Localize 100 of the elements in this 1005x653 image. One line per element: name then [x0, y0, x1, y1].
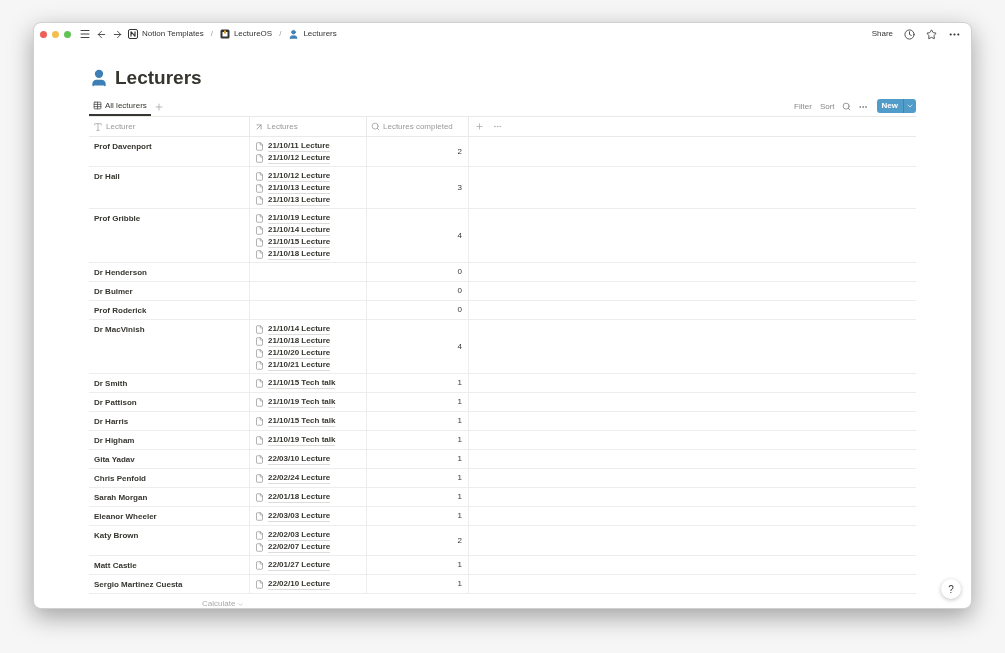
- relation-link[interactable]: 21/10/15 Tech talk: [268, 415, 336, 427]
- add-column-icon[interactable]: [475, 122, 484, 131]
- relation-link[interactable]: 21/10/14 Lecture: [268, 224, 331, 236]
- breadcrumb-link[interactable]: Notion Templates: [142, 28, 204, 40]
- table-cell: 1: [457, 453, 462, 465]
- breadcrumb-separator: /: [279, 28, 282, 40]
- table-icon: [93, 101, 102, 110]
- page-icon: [255, 348, 264, 358]
- table-cell: 2: [457, 145, 462, 158]
- relation-link[interactable]: 22/02/03 Lecture: [268, 529, 331, 541]
- table-cell: 0: [457, 285, 462, 297]
- relation-link[interactable]: 21/10/11 Lecture: [268, 140, 330, 152]
- relation-link[interactable]: 21/10/12 Lecture: [268, 152, 331, 164]
- relation-link[interactable]: 21/10/15 Lecture: [268, 236, 331, 248]
- star-icon[interactable]: [926, 28, 937, 40]
- person-icon: [288, 28, 300, 40]
- page-icon: [255, 397, 264, 407]
- relation-link[interactable]: 21/10/18 Lecture: [268, 335, 331, 347]
- clock-icon[interactable]: [904, 28, 915, 40]
- page-icon: [255, 416, 264, 426]
- page-icon: [255, 195, 264, 205]
- minimize-window-icon[interactable]: [52, 30, 59, 38]
- table-cell: Dr Harris: [94, 417, 129, 426]
- menu-icon[interactable]: [79, 28, 91, 40]
- relation-link[interactable]: 21/10/12 Lecture: [268, 170, 331, 182]
- relation-link[interactable]: 22/01/27 Lecture: [268, 559, 331, 571]
- chevron-icon: [237, 600, 245, 608]
- page-icon: [255, 560, 264, 570]
- table-cell: 0: [457, 266, 462, 278]
- relation-link[interactable]: 22/03/03 Lecture: [268, 510, 331, 522]
- page-icon: [255, 213, 264, 223]
- sort-button[interactable]: Sort: [819, 100, 835, 113]
- share-button[interactable]: Share: [871, 28, 893, 40]
- page-icon: [255, 324, 264, 334]
- page-icon: [255, 225, 264, 235]
- table-cell: Sergio Martinez Cuesta: [94, 580, 183, 589]
- table-cell: 1: [457, 510, 462, 522]
- table-cell: 2: [457, 534, 462, 547]
- page-icon: [255, 336, 264, 346]
- table-cell: 4: [457, 340, 462, 353]
- close-window-icon[interactable]: [40, 30, 47, 38]
- page-icon: [255, 454, 264, 464]
- table-cell: 1: [457, 472, 462, 484]
- relation-link[interactable]: 21/10/20 Lecture: [268, 347, 331, 359]
- table-cell: Eleanor Wheeler: [94, 512, 157, 521]
- page-icon: [255, 542, 264, 552]
- notebook-icon: [219, 29, 230, 39]
- table-cell: Katy Brown: [94, 531, 139, 540]
- page-icon: [255, 530, 264, 540]
- logo-icon: [128, 29, 138, 39]
- relation-link[interactable]: 22/03/10 Lecture: [268, 453, 331, 465]
- forward-icon[interactable]: [112, 28, 123, 40]
- table-cell: 1: [457, 434, 462, 446]
- table-cell: Dr Higham: [94, 436, 135, 445]
- back-icon[interactable]: [96, 28, 107, 40]
- table-cell: Dr Bulmer: [94, 287, 133, 296]
- relation-link[interactable]: 21/10/18 Lecture: [268, 248, 331, 260]
- table-cell: Dr Hall: [94, 172, 120, 181]
- table-cell: 1: [457, 415, 462, 427]
- table-cell: 0: [457, 304, 462, 316]
- relation-link[interactable]: 22/02/24 Lecture: [268, 472, 331, 484]
- page-icon: [255, 183, 264, 193]
- table-cell: Prof Gribble: [94, 214, 141, 223]
- page-icon: [255, 141, 264, 151]
- table-cell: Gita Yadav: [94, 455, 135, 464]
- table-cell: 4: [457, 229, 462, 242]
- filter-button[interactable]: Filter: [794, 100, 812, 113]
- relation-link[interactable]: 21/10/14 Lecture: [268, 323, 331, 335]
- table-cell: Prof Davenport: [94, 142, 152, 151]
- help-button[interactable]: ?: [941, 579, 961, 599]
- table-cell: Sarah Morgan: [94, 493, 148, 502]
- new-dropdown-button[interactable]: [903, 98, 916, 113]
- search-icon: [371, 122, 380, 131]
- page-icon: [255, 473, 264, 483]
- arrow-icon: [254, 121, 264, 132]
- relation-link[interactable]: 21/10/13 Lecture: [268, 194, 331, 206]
- add-view-icon[interactable]: [153, 101, 164, 112]
- relation-link[interactable]: 22/02/07 Lecture: [268, 541, 331, 553]
- person-icon: [89, 68, 109, 88]
- table-cell: Dr MacVinish: [94, 325, 145, 334]
- view-tab[interactable]: All lecturers: [89, 97, 151, 116]
- search-icon[interactable]: [841, 102, 851, 111]
- relation-link[interactable]: 21/10/19 Lecture: [268, 212, 331, 224]
- table-cell: 1: [457, 396, 462, 408]
- relation-link[interactable]: 21/10/13 Lecture: [268, 182, 331, 194]
- relation-link[interactable]: 22/01/18 Lecture: [268, 491, 331, 503]
- breadcrumb-link[interactable]: LectureOS: [233, 28, 273, 40]
- zoom-window-icon[interactable]: [64, 30, 71, 38]
- relation-link[interactable]: 22/02/10 Lecture: [268, 578, 331, 590]
- page-title: Lecturers: [115, 65, 202, 90]
- breadcrumb-link[interactable]: Lecturers: [303, 28, 337, 40]
- relation-link[interactable]: 21/10/21 Lecture: [268, 359, 331, 371]
- page-icon: [255, 237, 264, 247]
- relation-link[interactable]: 21/10/19 Tech talk: [268, 434, 336, 446]
- table-cell: 3: [457, 181, 462, 194]
- breadcrumb-separator: /: [210, 28, 213, 40]
- table-cell: 1: [457, 559, 462, 571]
- relation-link[interactable]: 21/10/19 Tech talk: [268, 396, 336, 408]
- page-icon: [255, 579, 264, 589]
- relation-link[interactable]: 21/10/15 Tech talk: [268, 377, 336, 389]
